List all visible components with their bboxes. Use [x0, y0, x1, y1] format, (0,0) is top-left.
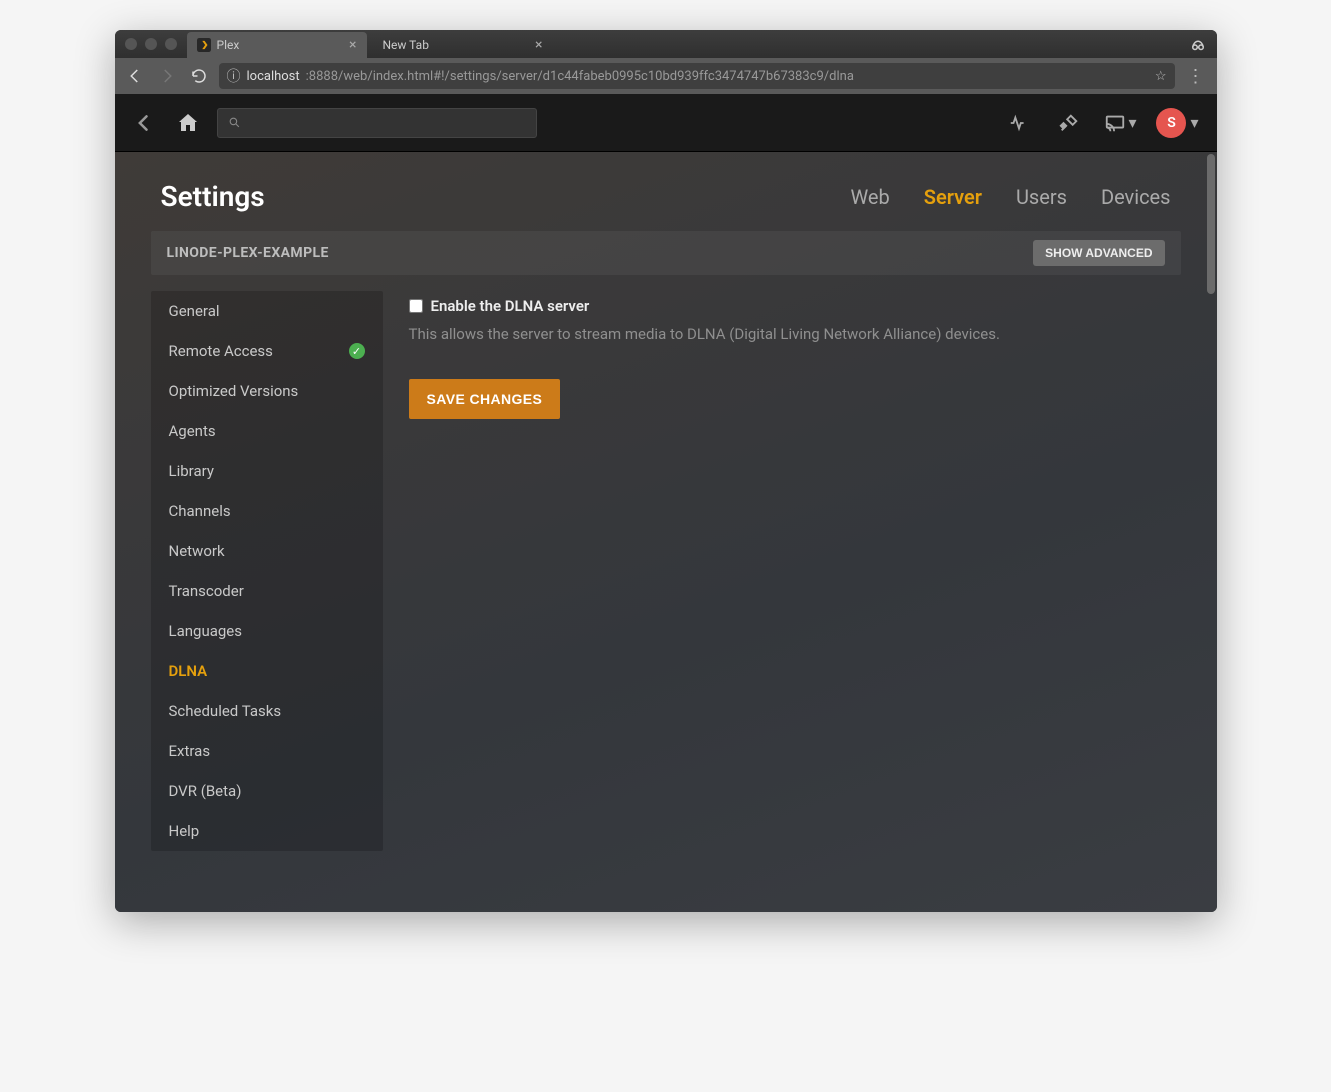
search-icon	[228, 116, 241, 129]
server-bar: LINODE-PLEX-EXAMPLE SHOW ADVANCED	[151, 231, 1181, 275]
sidebar-item-label: General	[169, 302, 220, 320]
sidebar-item-channels[interactable]: Channels	[151, 491, 383, 531]
plex-favicon-icon	[197, 38, 211, 52]
url-host: localhost	[247, 69, 300, 84]
browser-window: Plex × New Tab × ⓘ localhost :8888/web/index…	[115, 30, 1217, 912]
sidebar-item-label: Channels	[169, 502, 231, 520]
bookmark-star-icon[interactable]: ☆	[1155, 69, 1167, 84]
sidebar-item-label: Help	[169, 822, 200, 840]
avatar: S	[1156, 108, 1186, 138]
url-path: :8888/web/index.html#!/settings/server/d…	[306, 69, 854, 84]
scrollbar[interactable]	[1207, 152, 1215, 912]
sidebar-item-label: Languages	[169, 622, 243, 640]
sidebar-item-library[interactable]: Library	[151, 451, 383, 491]
settings-tab-devices[interactable]: Devices	[1101, 185, 1171, 209]
sidebar-item-label: Scheduled Tasks	[169, 702, 282, 720]
sidebar-item-label: Library	[169, 462, 214, 480]
incognito-icon	[1189, 36, 1207, 54]
show-advanced-button[interactable]: SHOW ADVANCED	[1033, 240, 1164, 266]
sidebar-item-general[interactable]: General	[151, 291, 383, 331]
settings-main-pane: Enable the DLNA server This allows the s…	[409, 291, 1181, 851]
sidebar-item-label: Network	[169, 542, 225, 560]
home-button[interactable]	[173, 108, 203, 138]
sidebar-item-optimized-versions[interactable]: Optimized Versions	[151, 371, 383, 411]
sidebar-item-agents[interactable]: Agents	[151, 411, 383, 451]
plex-header: ▾ S ▾	[115, 94, 1217, 152]
sidebar-item-extras[interactable]: Extras	[151, 731, 383, 771]
sidebar-item-label: Transcoder	[169, 582, 244, 600]
tab-close-icon[interactable]: ×	[349, 38, 356, 52]
traffic-close[interactable]	[125, 38, 137, 50]
site-info-icon[interactable]: ⓘ	[227, 66, 241, 86]
sidebar-item-network[interactable]: Network	[151, 531, 383, 571]
plex-body: Settings Web Server Users Devices LINODE-PL…	[115, 152, 1217, 912]
activity-icon[interactable]	[1004, 108, 1034, 138]
sidebar-item-label: DLNA	[169, 662, 208, 680]
enable-dlna-label: Enable the DLNA server	[431, 297, 590, 315]
sidebar-item-dlna[interactable]: DLNA	[151, 651, 383, 691]
traffic-lights	[125, 38, 177, 50]
server-name: LINODE-PLEX-EXAMPLE	[167, 245, 329, 261]
sidebar-item-label: DVR (Beta)	[169, 782, 242, 800]
settings-sidebar: General Remote Access ✓ Optimized Versions A…	[151, 291, 383, 851]
cast-icon	[1104, 112, 1126, 134]
traffic-zoom[interactable]	[165, 38, 177, 50]
status-ok-icon: ✓	[349, 343, 365, 359]
browser-toolbar: ⓘ localhost :8888/web/index.html#!/settin…	[115, 58, 1217, 94]
browser-tab[interactable]: New Tab ×	[373, 32, 553, 58]
tab-title: Plex	[217, 38, 240, 52]
sidebar-item-help[interactable]: Help	[151, 811, 383, 851]
content-row: General Remote Access ✓ Optimized Versions A…	[151, 291, 1181, 851]
plex-header-right: ▾ S ▾	[1004, 108, 1202, 138]
browser-reload-button[interactable]	[187, 64, 211, 88]
sidebar-item-transcoder[interactable]: Transcoder	[151, 571, 383, 611]
settings-tab-server[interactable]: Server	[924, 185, 982, 209]
caret-down-icon: ▾	[1190, 113, 1198, 132]
browser-forward-button[interactable]	[155, 64, 179, 88]
avatar-initial: S	[1167, 115, 1176, 131]
sidebar-item-label: Optimized Versions	[169, 382, 299, 400]
caret-down-icon: ▾	[1128, 113, 1136, 132]
tab-title: New Tab	[383, 38, 429, 52]
page-title: Settings	[161, 180, 265, 213]
browser-back-button[interactable]	[123, 64, 147, 88]
settings-tools-icon[interactable]	[1054, 108, 1084, 138]
user-menu[interactable]: S ▾	[1156, 108, 1198, 138]
search-input[interactable]	[217, 108, 537, 138]
settings-header: Settings Web Server Users Devices	[115, 152, 1217, 231]
tab-close-icon[interactable]: ×	[535, 38, 542, 52]
plex-back-button[interactable]	[129, 108, 159, 138]
sidebar-item-label: Remote Access	[169, 342, 273, 360]
sidebar-item-label: Agents	[169, 422, 216, 440]
sidebar-item-languages[interactable]: Languages	[151, 611, 383, 651]
enable-dlna-checkbox[interactable]	[409, 299, 423, 313]
dlna-description: This allows the server to stream media t…	[409, 325, 1181, 343]
window-titlebar: Plex × New Tab ×	[115, 30, 1217, 58]
sidebar-item-label: Extras	[169, 742, 211, 760]
enable-dlna-row[interactable]: Enable the DLNA server	[409, 297, 1181, 315]
browser-tab[interactable]: Plex ×	[187, 32, 367, 58]
browser-tabbar: Plex × New Tab ×	[187, 30, 559, 58]
sidebar-item-dvr-beta-[interactable]: DVR (Beta)	[151, 771, 383, 811]
settings-tabs: Web Server Users Devices	[850, 185, 1170, 209]
scrollbar-thumb[interactable]	[1207, 154, 1215, 294]
settings-tab-web[interactable]: Web	[850, 185, 889, 209]
save-changes-button[interactable]: SAVE CHANGES	[409, 379, 561, 419]
settings-tab-users[interactable]: Users	[1016, 185, 1067, 209]
sidebar-item-remote-access[interactable]: Remote Access ✓	[151, 331, 383, 371]
sidebar-item-scheduled-tasks[interactable]: Scheduled Tasks	[151, 691, 383, 731]
browser-menu-button[interactable]: ⋮	[1187, 66, 1205, 87]
address-bar[interactable]: ⓘ localhost :8888/web/index.html#!/settin…	[219, 63, 1175, 89]
cast-button[interactable]: ▾	[1104, 112, 1136, 134]
traffic-minimize[interactable]	[145, 38, 157, 50]
